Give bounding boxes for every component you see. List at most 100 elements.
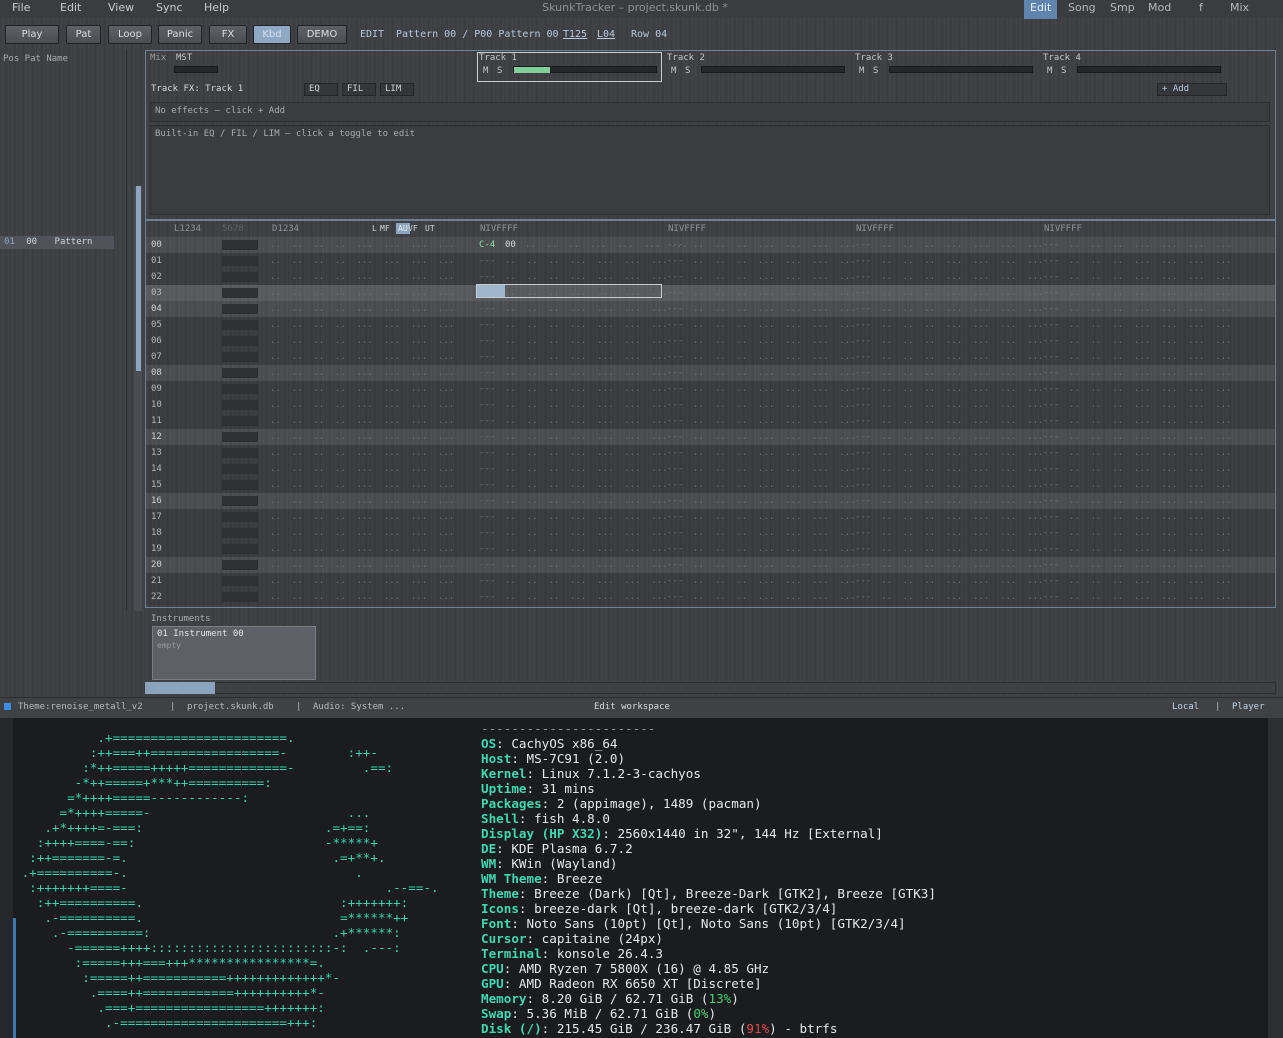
- step-cell[interactable]: [249, 480, 258, 490]
- step-cell[interactable]: [240, 400, 249, 410]
- view-tab-song[interactable]: Song: [1062, 0, 1102, 19]
- note-cell[interactable]: ---: [855, 397, 871, 413]
- step-cell[interactable]: [222, 464, 231, 474]
- note-cell[interactable]: ---: [1043, 541, 1059, 557]
- step-cell[interactable]: [231, 288, 240, 298]
- step-cell[interactable]: [240, 240, 249, 250]
- note-cell[interactable]: ---: [1043, 333, 1059, 349]
- step-cell[interactable]: [231, 272, 240, 282]
- step-cell[interactable]: [249, 336, 258, 346]
- step-cell[interactable]: [249, 240, 258, 250]
- step-cell[interactable]: [240, 256, 249, 266]
- step-cell[interactable]: [249, 352, 258, 362]
- pattern-row[interactable]: 06.. .. .. .. ... ... ... ... ---.. .. ..…: [146, 333, 1275, 349]
- note-cell[interactable]: ---: [479, 493, 495, 509]
- pattern-row[interactable]: 00 .. .. .. .. ... ... ... ... C-4 00 .. .. …: [146, 237, 1275, 253]
- horizontal-scrollbar[interactable]: [145, 682, 1276, 694]
- column-toggle-ut[interactable]: UT: [423, 223, 437, 234]
- pattern-play-button[interactable]: Pat: [66, 25, 101, 44]
- note-cell[interactable]: ---: [855, 493, 871, 509]
- note-cell[interactable]: ---: [667, 237, 683, 253]
- track-2-solo-button[interactable]: S: [685, 66, 690, 76]
- step-cell[interactable]: [240, 576, 249, 586]
- step-cell[interactable]: [249, 528, 258, 538]
- play-button[interactable]: Play: [5, 25, 59, 44]
- note-cell[interactable]: ---: [667, 589, 683, 605]
- note-cell[interactable]: ---: [667, 381, 683, 397]
- demo-button[interactable]: DEMO: [297, 25, 347, 44]
- pattern-row[interactable]: 07.. .. .. .. ... ... ... ... ---.. .. ..…: [146, 349, 1275, 365]
- step-cell[interactable]: [222, 384, 231, 394]
- step-cell[interactable]: [249, 544, 258, 554]
- note-cell[interactable]: ---: [479, 461, 495, 477]
- step-cell[interactable]: [222, 576, 231, 586]
- note-cell[interactable]: ---: [667, 557, 683, 573]
- note-cell[interactable]: ---: [667, 573, 683, 589]
- note-cell[interactable]: ---: [855, 477, 871, 493]
- pattern-row[interactable]: 13.. .. .. .. ... ... ... ... ---.. .. ..…: [146, 445, 1275, 461]
- step-cell[interactable]: [231, 432, 240, 442]
- note-cell[interactable]: ---: [479, 413, 495, 429]
- step-cell[interactable]: [231, 304, 240, 314]
- note-cell[interactable]: C-4: [479, 237, 495, 253]
- note-cell[interactable]: ---: [855, 445, 871, 461]
- track-4-solo-button[interactable]: S: [1061, 66, 1066, 76]
- lines-per-beat-field[interactable]: L04: [597, 29, 615, 40]
- note-cell[interactable]: ---: [855, 557, 871, 573]
- step-cell[interactable]: [240, 448, 249, 458]
- note-cell[interactable]: ---: [1043, 237, 1059, 253]
- note-cell[interactable]: ---: [667, 301, 683, 317]
- note-cell[interactable]: ---: [479, 397, 495, 413]
- step-cell[interactable]: [222, 320, 231, 330]
- note-cell[interactable]: ---: [855, 253, 871, 269]
- note-cell[interactable]: ---: [479, 381, 495, 397]
- step-cell[interactable]: [231, 480, 240, 490]
- step-cell[interactable]: [249, 592, 258, 602]
- step-cell[interactable]: [231, 400, 240, 410]
- note-cell[interactable]: ---: [667, 349, 683, 365]
- note-cell[interactable]: ---: [855, 509, 871, 525]
- step-cell[interactable]: [231, 384, 240, 394]
- step-cell[interactable]: [249, 368, 258, 378]
- note-cell[interactable]: ---: [667, 317, 683, 333]
- filter-toggle[interactable]: FIL: [342, 83, 376, 96]
- step-cell[interactable]: [231, 560, 240, 570]
- note-cell[interactable]: ---: [1043, 461, 1059, 477]
- track-2-mute-button[interactable]: M: [671, 66, 676, 76]
- pattern-row[interactable]: 03.. .. .. .. ... ... ... ...---.. .. ..…: [146, 285, 1275, 301]
- step-cell[interactable]: [231, 512, 240, 522]
- step-cell[interactable]: [240, 528, 249, 538]
- pattern-row[interactable]: 14.. .. .. .. ... ... ... ... ---.. .. ..…: [146, 461, 1275, 477]
- step-cell[interactable]: [222, 272, 231, 282]
- instrument-cell[interactable]: 00: [505, 237, 516, 253]
- pattern-row[interactable]: 01.. .. .. .. ... ... ... ... ---.. .. ..…: [146, 253, 1275, 269]
- note-cell[interactable]: ---: [855, 317, 871, 333]
- panic-button[interactable]: Panic: [158, 25, 202, 44]
- note-cell[interactable]: ---: [1043, 413, 1059, 429]
- view-tab-smp[interactable]: Smp: [1104, 0, 1141, 19]
- note-cell[interactable]: ---: [479, 477, 495, 493]
- step-cell[interactable]: [240, 368, 249, 378]
- note-cell[interactable]: ---: [1043, 445, 1059, 461]
- note-cell[interactable]: ---: [855, 237, 871, 253]
- note-cell[interactable]: ---: [855, 269, 871, 285]
- step-cell[interactable]: [240, 304, 249, 314]
- note-cell[interactable]: ---: [667, 333, 683, 349]
- note-cell[interactable]: ---: [1043, 589, 1059, 605]
- fx-button[interactable]: FX: [209, 25, 247, 44]
- pattern-row[interactable]: 19.. .. .. .. ... ... ... ... ---.. .. ..…: [146, 541, 1275, 557]
- add-effect-button[interactable]: + Add: [1157, 83, 1227, 96]
- step-cell[interactable]: [222, 352, 231, 362]
- step-cell[interactable]: [240, 464, 249, 474]
- player-button[interactable]: Player: [1232, 702, 1265, 712]
- note-cell[interactable]: ---: [855, 413, 871, 429]
- step-cell[interactable]: [222, 512, 231, 522]
- step-cell[interactable]: [249, 400, 258, 410]
- step-cell[interactable]: [249, 448, 258, 458]
- column-toggle-mf[interactable]: MF: [378, 223, 392, 234]
- note-cell[interactable]: ---: [1043, 509, 1059, 525]
- note-cell[interactable]: ---: [1043, 429, 1059, 445]
- note-cell[interactable]: ---: [667, 445, 683, 461]
- note-cell[interactable]: ---: [855, 349, 871, 365]
- step-cell[interactable]: [240, 432, 249, 442]
